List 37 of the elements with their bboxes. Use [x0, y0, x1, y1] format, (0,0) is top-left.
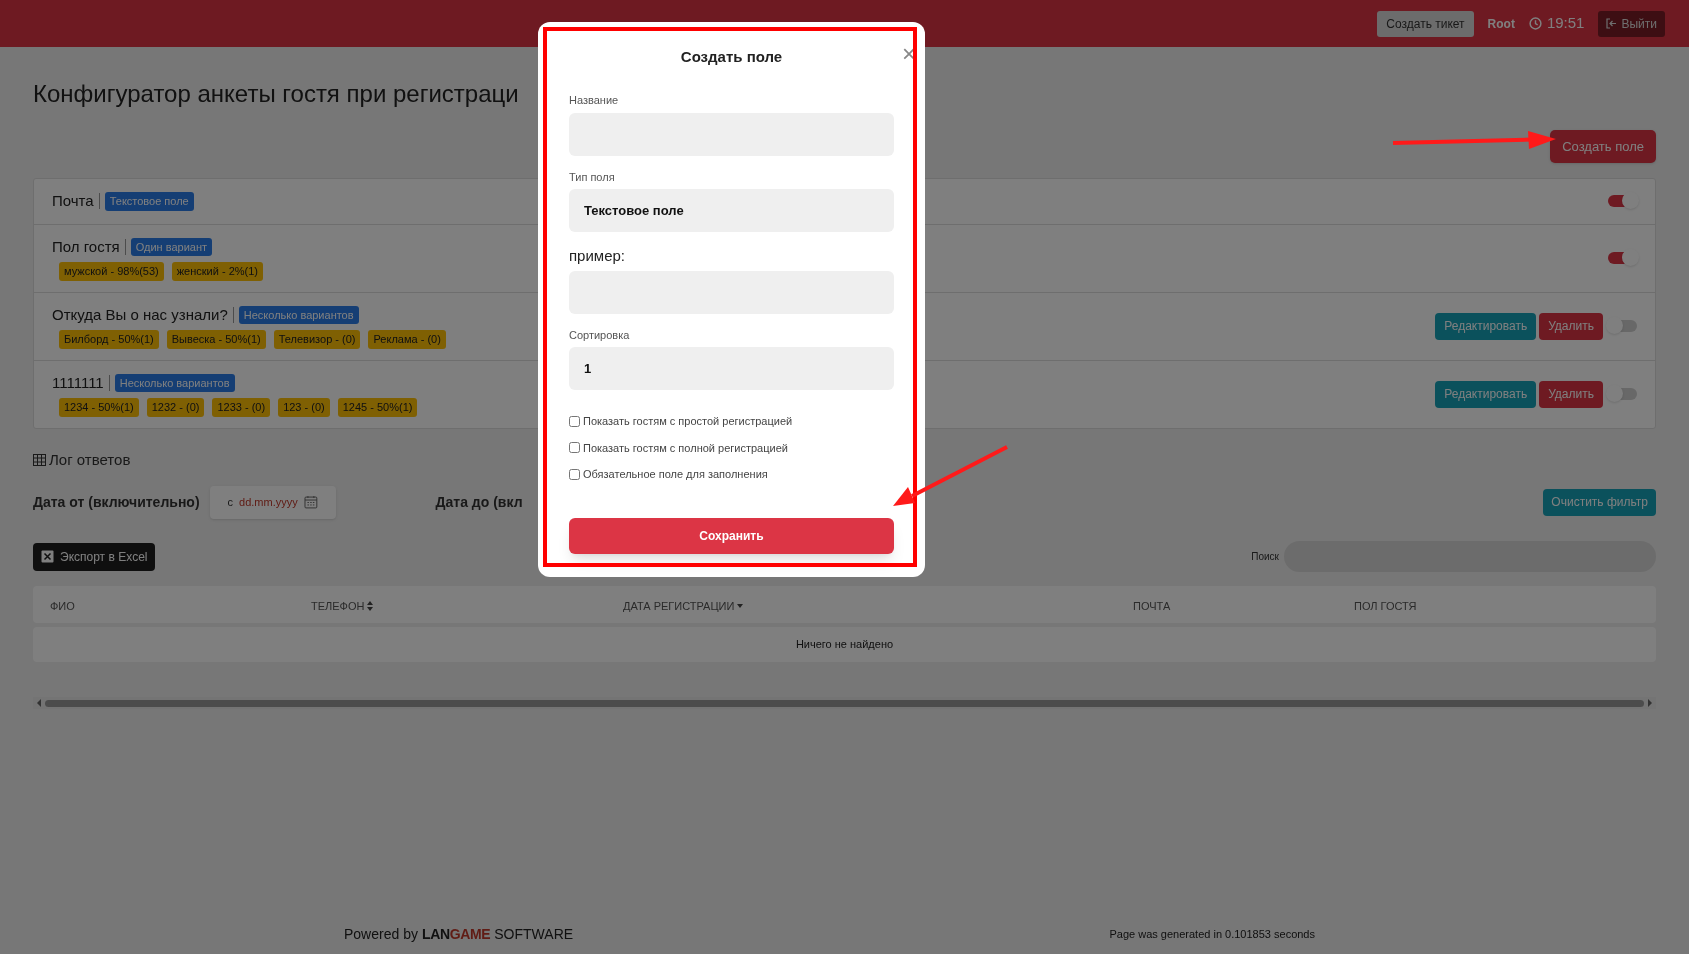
field-label: Тип поля	[569, 169, 616, 185]
powered-by-text: Powered by LANGAME SOFTWARE	[344, 924, 574, 944]
page-title: Конфигуратор анкеты гостя при регистраци	[33, 79, 519, 109]
generation-time: Page was generated in 0.101853 seconds	[1109, 926, 1315, 942]
checkbox-label: Показать гостям с простой регистрацией	[583, 414, 793, 429]
option-badge: 123 - (0)	[278, 398, 330, 417]
field-type-badge: Несколько вариантов	[238, 305, 359, 324]
date-from-label: Дата от (включительно)	[33, 492, 200, 512]
option-badge: мужской - 98%(53)	[59, 262, 164, 281]
option-badge: 1245 - 50%(1)	[337, 398, 418, 417]
field-type-badge: Несколько вариантов	[114, 373, 235, 392]
option-badge: Реклама - (0)	[368, 330, 446, 349]
field-name: Откуда Вы о нас узнали?	[52, 304, 228, 325]
option-badge: Вывеска - 50%(1)	[166, 330, 266, 349]
field-label: Название	[569, 93, 620, 108]
field-label: Сортировка	[569, 327, 631, 343]
option-badge: Билборд - 50%(1)	[59, 330, 159, 349]
option-badge: 1233 - (0)	[212, 398, 271, 417]
field-label: пример:	[569, 246, 626, 266]
user-name: Root	[1487, 15, 1515, 33]
option-badge: Телевизор - (0)	[273, 330, 361, 349]
option-badge: 1234 - 50%(1)	[59, 398, 139, 417]
field-name: 1111111	[52, 372, 104, 393]
date-to-label: Дата до (вкл	[435, 492, 523, 512]
empty-message: Ничего не найдено	[795, 637, 894, 653]
field-name: Почта	[52, 191, 94, 211]
field-name: Пол гостя	[52, 236, 120, 257]
clock-time: 19:51	[1546, 13, 1585, 34]
search-label: Поиск	[1251, 550, 1279, 564]
option-badge: 1232 - (0)	[146, 398, 205, 417]
option-badge: женский - 2%(1)	[171, 262, 263, 281]
modal-title: Создать поле	[680, 47, 783, 67]
log-title: Лог ответов	[49, 449, 131, 470]
field-type-badge: Текстовое поле	[104, 192, 194, 211]
field-type-badge: Один вариант	[130, 237, 213, 256]
checkbox-label: Обязательное поле для заполнения	[583, 467, 768, 482]
checkbox-label: Показать гостям с полной регистрацией	[583, 440, 788, 456]
